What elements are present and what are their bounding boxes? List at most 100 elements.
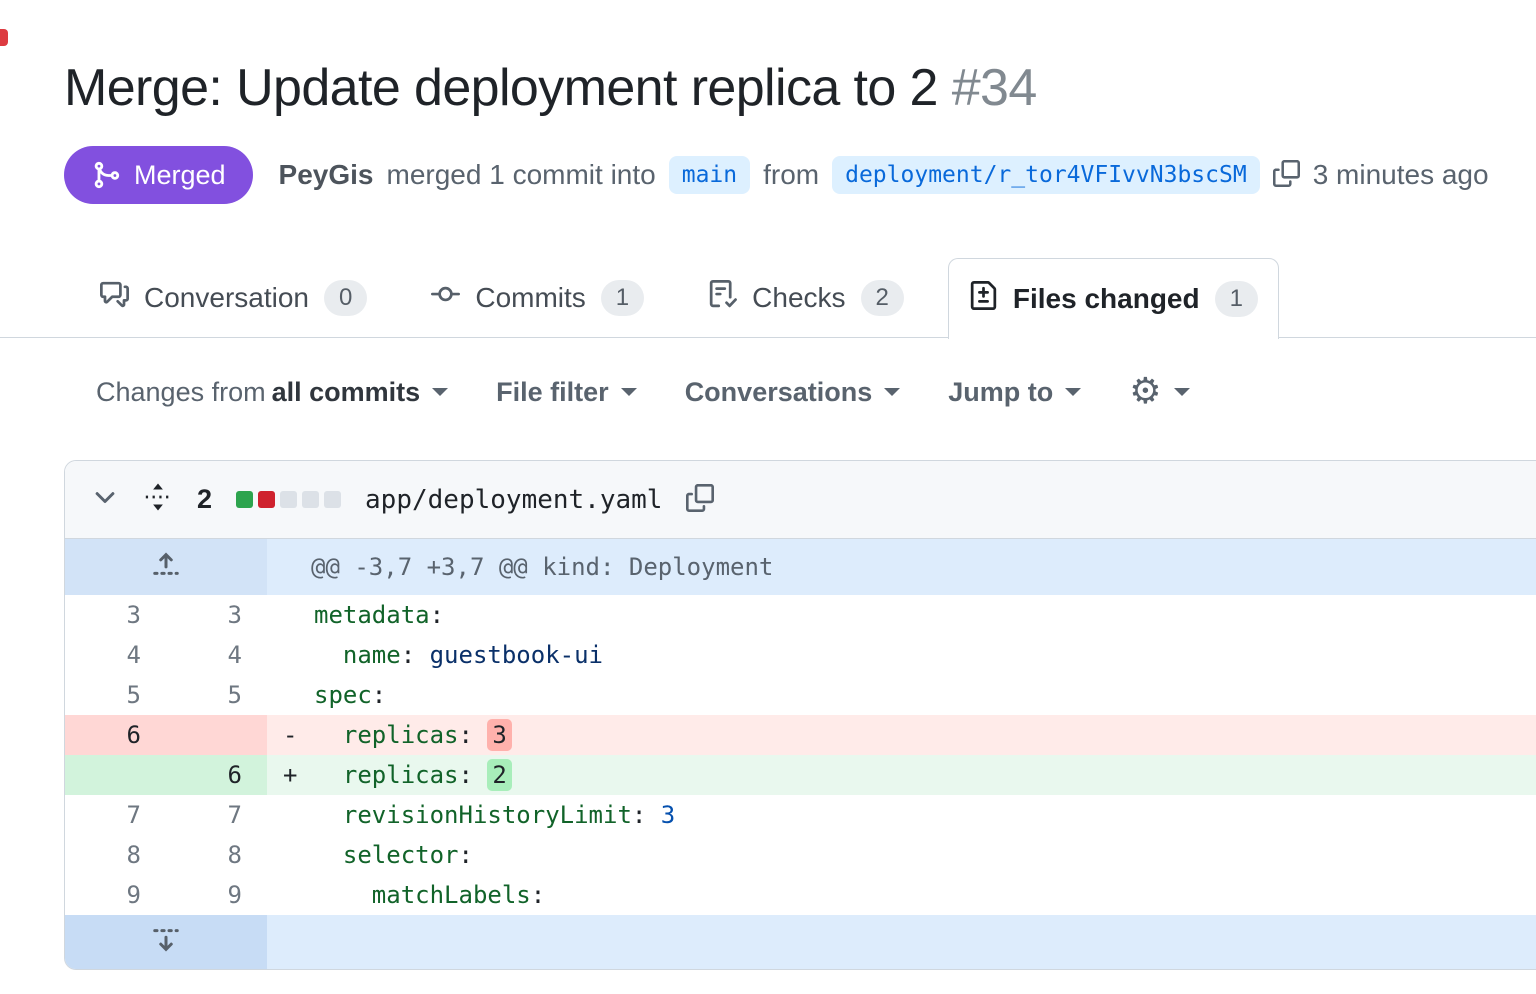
diff-settings-dropdown[interactable]: ⚙ bbox=[1129, 374, 1189, 410]
old-line-number[interactable]: 7 bbox=[65, 795, 166, 835]
tab-commits[interactable]: Commits1 bbox=[411, 258, 664, 337]
merge-action-text: merged 1 commit into bbox=[387, 159, 656, 191]
tab-counter: 0 bbox=[324, 280, 367, 316]
diff-line-context: 88 selector: bbox=[65, 835, 1536, 875]
new-line-number[interactable]: 7 bbox=[166, 795, 267, 835]
copy-icon bbox=[686, 484, 714, 515]
tab-label: Checks bbox=[752, 282, 845, 314]
diffstat-square-neutral bbox=[324, 491, 341, 508]
gear-icon: ⚙ bbox=[1129, 374, 1161, 410]
jump-to-dropdown[interactable]: Jump to bbox=[948, 377, 1081, 408]
code-line: metadata: bbox=[267, 595, 1536, 635]
conversations-dropdown[interactable]: Conversations bbox=[685, 377, 901, 408]
head-branch-label[interactable]: deployment/r_tor4VFIvvN3bscSM bbox=[832, 156, 1260, 194]
diff-sign: - bbox=[283, 715, 314, 755]
token-key: replicas bbox=[343, 761, 459, 789]
old-line-number[interactable]: 3 bbox=[65, 595, 166, 635]
token-plain bbox=[473, 721, 487, 749]
file-header: 2 app/deployment.yaml bbox=[65, 461, 1536, 539]
comment-discussion-icon bbox=[100, 280, 129, 316]
token-punct: : bbox=[459, 761, 473, 789]
chevron-down-icon bbox=[621, 388, 637, 404]
pr-number: #34 bbox=[952, 59, 1037, 117]
git-commit-icon bbox=[431, 280, 460, 316]
diffstat-squares bbox=[236, 491, 341, 508]
tab-counter: 2 bbox=[861, 280, 904, 316]
token-punct: : bbox=[632, 801, 646, 829]
token-plain bbox=[314, 841, 343, 869]
code-line: + replicas: 2 bbox=[267, 755, 1536, 795]
old-line-number[interactable]: 6 bbox=[65, 715, 166, 755]
stray-red-marker bbox=[0, 29, 8, 46]
expand-hunk-up-button[interactable] bbox=[65, 539, 267, 595]
file-path[interactable]: app/deployment.yaml bbox=[365, 485, 662, 515]
fold-down-icon bbox=[151, 925, 181, 961]
changes-from-label: Changes from bbox=[96, 377, 266, 408]
token-key: selector bbox=[343, 841, 459, 869]
old-line-number[interactable]: 4 bbox=[65, 635, 166, 675]
token-str: guestbook-ui bbox=[430, 641, 603, 669]
merged-status-label: Merged bbox=[134, 160, 226, 191]
pr-title: Merge: Update deployment replica to 2 #3… bbox=[64, 54, 1037, 122]
diff-line-context: 33metadata: bbox=[65, 595, 1536, 635]
author-login[interactable]: PeyGis bbox=[279, 159, 374, 191]
token-plain bbox=[314, 801, 343, 829]
new-line-number[interactable]: 6 bbox=[166, 755, 267, 795]
token-key: spec bbox=[314, 681, 372, 709]
old-line-number[interactable]: 5 bbox=[65, 675, 166, 715]
file-filter-label: File filter bbox=[496, 377, 609, 408]
expand-bottom-row bbox=[65, 915, 1536, 970]
merge-timestamp: 3 minutes ago bbox=[1313, 159, 1489, 191]
diff-line-context: 99 matchLabels: bbox=[65, 875, 1536, 915]
token-key: name bbox=[343, 641, 401, 669]
token-plain bbox=[473, 761, 487, 789]
token-punct: : bbox=[531, 881, 545, 909]
collapse-file-button[interactable] bbox=[91, 484, 119, 515]
tab-label: Commits bbox=[475, 282, 585, 314]
git-merge-icon bbox=[91, 160, 121, 190]
token-punct: : bbox=[430, 601, 444, 629]
new-line-number[interactable]: 5 bbox=[166, 675, 267, 715]
tab-files-changed[interactable]: Files changed1 bbox=[948, 258, 1279, 339]
old-line-number[interactable] bbox=[65, 755, 166, 795]
conversations-label: Conversations bbox=[685, 377, 873, 408]
token-punct: : bbox=[459, 841, 473, 869]
token-key: metadata bbox=[314, 601, 430, 629]
new-line-number[interactable]: 3 bbox=[166, 595, 267, 635]
token-plain bbox=[314, 721, 343, 749]
token-plain bbox=[314, 761, 343, 789]
code-line: selector: bbox=[267, 835, 1536, 875]
diff-line-deleted: 6 - replicas: 3 bbox=[65, 715, 1536, 755]
changed-lines-count: 2 bbox=[197, 484, 212, 515]
chevron-down-icon bbox=[1065, 388, 1081, 404]
diff-line-added: 6+ replicas: 2 bbox=[65, 755, 1536, 795]
pr-title-text: Merge: Update deployment replica to 2 bbox=[64, 59, 938, 117]
file-filter-dropdown[interactable]: File filter bbox=[496, 377, 637, 408]
new-line-number[interactable]: 4 bbox=[166, 635, 267, 675]
diffstat-square-neutral bbox=[302, 491, 319, 508]
diff-sign: + bbox=[283, 755, 314, 795]
new-line-number[interactable]: 8 bbox=[166, 835, 267, 875]
jump-to-label: Jump to bbox=[948, 377, 1053, 408]
old-line-number[interactable]: 8 bbox=[65, 835, 166, 875]
expand-hunk-down-button[interactable] bbox=[65, 915, 267, 970]
changes-from-value: all commits bbox=[272, 377, 421, 408]
copy-path-button[interactable] bbox=[686, 484, 714, 515]
old-line-number[interactable]: 9 bbox=[65, 875, 166, 915]
code-line: revisionHistoryLimit: 3 bbox=[267, 795, 1536, 835]
tab-label: Files changed bbox=[1013, 283, 1200, 315]
tab-checks[interactable]: Checks 2 bbox=[688, 258, 924, 337]
base-branch-label[interactable]: main bbox=[669, 156, 750, 194]
from-text: from bbox=[763, 159, 819, 191]
changes-from-dropdown[interactable]: Changes from all commits bbox=[96, 377, 448, 408]
tab-conversation[interactable]: Conversation0 bbox=[80, 258, 387, 337]
token-punct: : bbox=[401, 641, 415, 669]
token-plain bbox=[415, 641, 429, 669]
chevron-down-icon bbox=[432, 388, 448, 404]
copy-branch-button[interactable] bbox=[1273, 160, 1300, 190]
new-line-number[interactable]: 9 bbox=[166, 875, 267, 915]
diff-line-context: 55spec: bbox=[65, 675, 1536, 715]
code-line: - replicas: 3 bbox=[267, 715, 1536, 755]
new-line-number[interactable] bbox=[166, 715, 267, 755]
unfold-handle-icon[interactable] bbox=[143, 482, 173, 517]
